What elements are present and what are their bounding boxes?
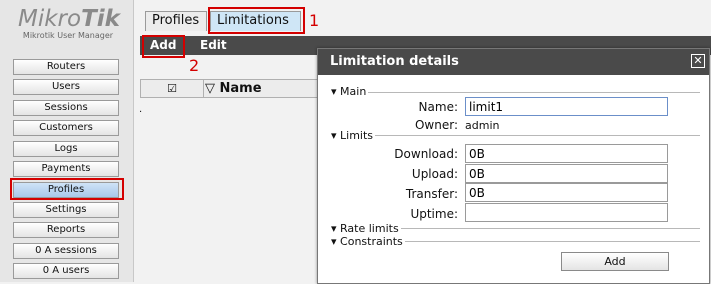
sort-icon: ▽ (205, 81, 215, 96)
annotation-box-add-button (142, 35, 185, 58)
edit-button[interactable]: Edit (200, 36, 227, 55)
download-label: Download: (394, 147, 458, 161)
sidebar-item-settings[interactable]: Settings (13, 202, 119, 218)
logo-brand-bold: Tik (81, 6, 120, 32)
close-icon[interactable]: ✕ (691, 54, 705, 68)
dialog-title: Limitation details (318, 49, 709, 75)
section-main-label: Main (340, 85, 367, 98)
download-input[interactable] (465, 144, 668, 163)
sidebar-item-reports[interactable]: Reports (13, 222, 119, 238)
sidebar-item-active-users[interactable]: 0 A users (13, 263, 119, 279)
section-limits-label: Limits (340, 129, 374, 142)
upload-label: Upload: (411, 167, 458, 181)
annotation-box-profiles-item (10, 178, 124, 200)
logo-brand-regular: Mikro (18, 6, 82, 32)
sidebar-item-customers[interactable]: Customers (13, 120, 119, 136)
upload-input[interactable] (465, 164, 668, 183)
sidebar-item-routers[interactable]: Routers (13, 59, 119, 75)
section-main[interactable]: ▾ Main (331, 85, 369, 98)
logo-subtitle: Mikrotik User Manager (22, 31, 114, 40)
transfer-input[interactable] (465, 183, 668, 202)
select-all-checkbox-icon[interactable]: ☑ (141, 80, 204, 97)
mikrotik-logo: MikroTik Mikrotik User Manager (18, 6, 120, 40)
limitation-details-dialog: Limitation details ✕ ▾ Main Name: Owner:… (317, 48, 710, 284)
uptime-input[interactable] (465, 203, 668, 222)
divider (332, 135, 700, 136)
dialog-add-button[interactable]: Add (561, 252, 669, 271)
sidebar-item-payments[interactable]: Payments (13, 161, 119, 177)
annotation-number-1: 1 (309, 11, 320, 30)
table-row-placeholder: . (139, 104, 143, 115)
divider (332, 92, 700, 93)
annotation-box-limitations-tab (208, 7, 305, 34)
sidebar: MikroTik Mikrotik User Manager Routers U… (0, 0, 134, 282)
tab-profiles[interactable]: Profiles (145, 11, 207, 31)
name-label: Name: (418, 100, 458, 114)
annotation-number-2: 2 (189, 56, 200, 75)
uptime-label: Uptime: (410, 207, 458, 221)
section-constraints[interactable]: ▾ Constraints (331, 235, 405, 248)
owner-value: admin (465, 119, 500, 132)
sidebar-item-users[interactable]: Users (13, 79, 119, 95)
sidebar-item-active-sessions[interactable]: 0 A sessions (13, 243, 119, 259)
section-constraints-label: Constraints (340, 235, 403, 248)
section-limits[interactable]: ▾ Limits (331, 129, 376, 142)
table-header: ☑ ▽ Name (140, 79, 320, 98)
section-rate-limits-label: Rate limits (340, 222, 399, 235)
sidebar-item-logs[interactable]: Logs (13, 141, 119, 157)
transfer-label: Transfer: (405, 187, 458, 201)
name-column-label: Name (219, 81, 262, 96)
name-column-header[interactable]: ▽ Name (205, 80, 262, 97)
name-input[interactable] (465, 97, 668, 116)
sidebar-item-sessions[interactable]: Sessions (13, 100, 119, 116)
section-rate-limits[interactable]: ▾ Rate limits (331, 222, 401, 235)
